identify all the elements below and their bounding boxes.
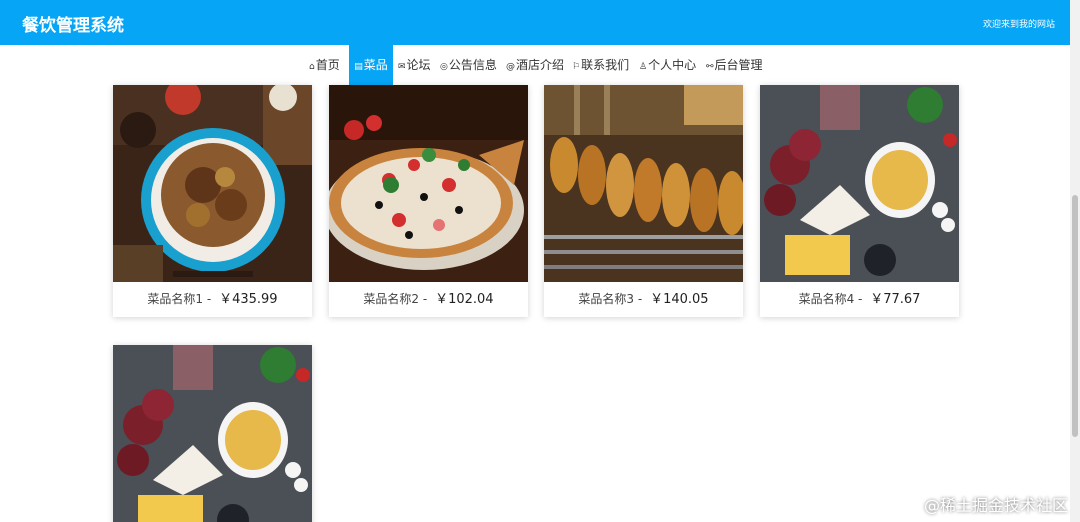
nav-label: 个人中心: [648, 58, 697, 72]
nav-label: 公告信息: [448, 58, 497, 72]
dish-name: 菜品名称3: [578, 292, 635, 306]
price-separator: -: [858, 292, 863, 306]
nav-item-forum[interactable]: ✉论坛: [398, 45, 431, 85]
dish-caption: 菜品名称4 - ￥77.67: [760, 282, 959, 317]
top-header: 餐饮管理系统 欢迎来到我的网站: [0, 0, 1070, 45]
dish-card[interactable]: 菜品名称2 - ￥102.04: [329, 85, 528, 317]
welcome-text: 欢迎来到我的网站: [982, 20, 1055, 30]
app-title: 餐饮管理系统: [22, 16, 124, 36]
watermark-text: @稀土掘金技术社区: [923, 496, 1068, 515]
dish-icon: ▤: [354, 62, 363, 72]
price-separator: -: [637, 292, 643, 306]
dish-price: ￥77.67: [870, 292, 921, 307]
nav-label: 酒店介绍: [516, 58, 565, 72]
dish-price: ￥435.99: [219, 292, 278, 307]
dish-card[interactable]: 菜品名称1 - ￥435.99: [113, 85, 312, 317]
price-separator: -: [422, 292, 428, 306]
nav-item-notice[interactable]: ◎公告信息: [440, 45, 497, 85]
noodles-photo[interactable]: [113, 85, 312, 282]
dish-caption: 菜品名称2 - ￥102.04: [329, 282, 528, 317]
grill-photo[interactable]: [544, 85, 743, 282]
nav-item-home[interactable]: ⌂首页: [309, 45, 340, 85]
app-window: 餐饮管理系统 欢迎来到我的网站 ⌂首页 ▤菜品 ✉论坛 ◎公告信息 @酒店介绍 …: [0, 0, 1080, 522]
nav-item-contact[interactable]: ⚐联系我们: [572, 45, 629, 85]
nav-item-admin[interactable]: ⚯后台管理: [706, 45, 763, 85]
nav-label: 联系我们: [581, 58, 630, 72]
nav-label: 后台管理: [714, 58, 763, 72]
nav-item-profile[interactable]: ♙个人中心: [639, 45, 696, 85]
nav-item-dishes[interactable]: ▤菜品: [349, 45, 393, 85]
link-icon: ⚯: [706, 62, 714, 72]
notice-icon: ◎: [440, 62, 448, 72]
cheese-platter-photo[interactable]: [760, 85, 959, 282]
dish-name: 菜品名称4: [798, 292, 855, 306]
forum-icon: ✉: [398, 62, 406, 72]
nav-label: 首页: [315, 58, 340, 72]
nav-label: 论坛: [406, 58, 431, 72]
vertical-scrollbar[interactable]: [1070, 0, 1080, 522]
price-separator: -: [206, 292, 212, 306]
pizza-photo[interactable]: [329, 85, 528, 282]
flag-icon: ⚐: [572, 62, 581, 72]
nav-item-hotel[interactable]: @酒店介绍: [506, 45, 564, 85]
dish-caption: 菜品名称3 - ￥140.05: [544, 282, 743, 317]
main-nav: ⌂首页 ▤菜品 ✉论坛 ◎公告信息 @酒店介绍 ⚐联系我们 ♙个人中心 ⚯后台管…: [0, 45, 1070, 85]
scrollbar-thumb[interactable]: [1072, 195, 1078, 437]
dish-caption: 菜品名称1 - ￥435.99: [113, 282, 312, 317]
nav-label: 菜品: [363, 58, 388, 72]
home-icon: ⌂: [309, 62, 315, 72]
cheese-platter-photo[interactable]: [113, 345, 312, 522]
dish-card[interactable]: 菜品名称3 - ￥140.05: [544, 85, 743, 317]
dish-name: 菜品名称2: [363, 292, 420, 306]
dish-card[interactable]: 菜品名称4 - ￥77.67: [760, 85, 959, 317]
dish-name: 菜品名称1: [147, 292, 204, 306]
dish-card[interactable]: [113, 345, 312, 522]
dish-price: ￥102.04: [435, 292, 494, 307]
user-icon: ♙: [639, 62, 648, 72]
dish-price: ￥140.05: [650, 292, 709, 307]
hotel-icon: @: [506, 62, 515, 72]
